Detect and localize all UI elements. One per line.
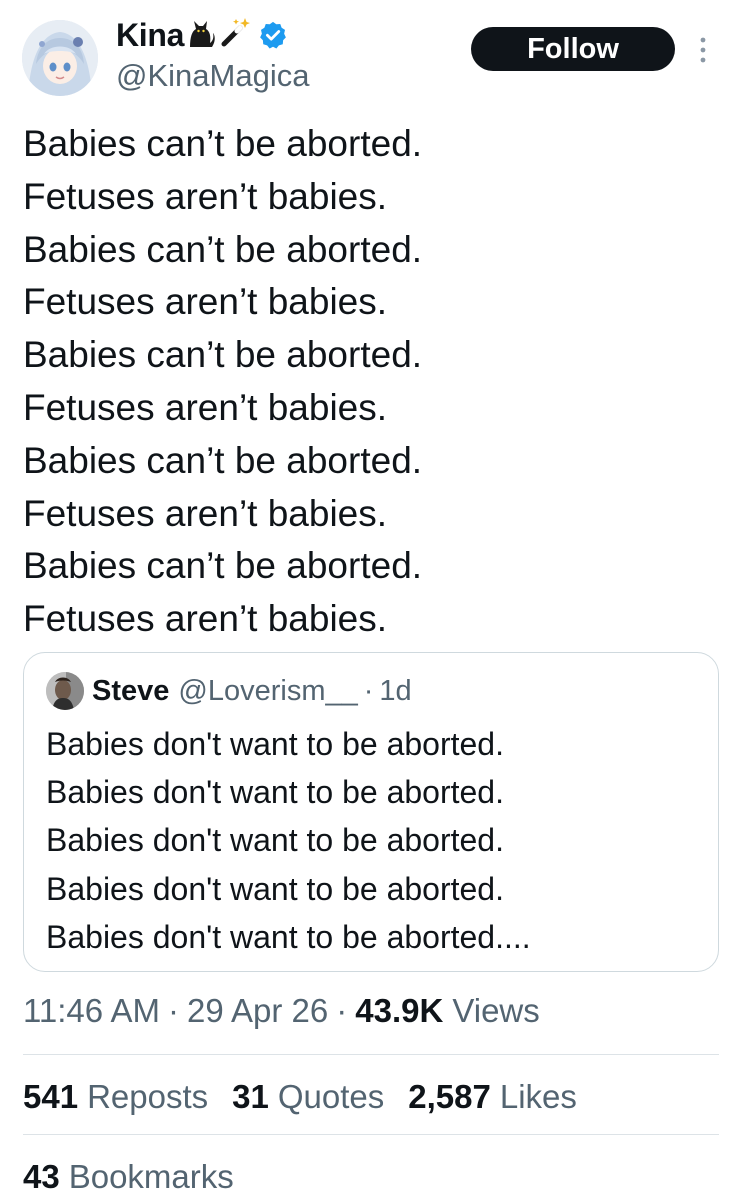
tweet-time[interactable]: 11:46 AM (23, 992, 160, 1030)
quote-line: Babies don't want to be aborted. (46, 726, 504, 762)
reposts-count: 541 (23, 1078, 79, 1115)
quoted-tweet-text: Babies don't want to be aborted. Babies … (46, 720, 531, 961)
quoted-author-handle: @Loverism__ (178, 674, 358, 707)
quoted-author-avatar (46, 672, 84, 710)
bookmarks-count: 43 (23, 1158, 60, 1195)
tweet-line: Fetuses aren’t babies. (23, 281, 388, 323)
divider (23, 1054, 719, 1055)
quotes-label: Quotes (277, 1078, 385, 1115)
bookmarks-label: Bookmarks (68, 1158, 234, 1195)
separator-dot: · (336, 992, 348, 1029)
magic-wand-emoji-icon (218, 16, 252, 55)
tweet-date[interactable]: 29 Apr 26 (187, 992, 328, 1030)
views-count: 43.9K (355, 992, 444, 1029)
tweet-line: Babies can’t be aborted. (23, 545, 423, 587)
quoted-author-name: Steve (92, 674, 170, 707)
author-handle[interactable]: @KinaMagica (116, 58, 309, 94)
engagement-stats-row: 541 Reposts 31 Quotes 2,587 Likes (23, 1074, 601, 1120)
tweet-line: Fetuses aren’t babies. (23, 492, 388, 534)
quote-line: Babies don't want to be aborted. (46, 870, 504, 907)
quotes-stat[interactable]: 31 Quotes (232, 1078, 384, 1116)
author-avatar[interactable] (22, 20, 98, 96)
tweet-line: Babies can’t be aborted. (23, 439, 423, 481)
black-cat-emoji-icon (186, 17, 216, 54)
reposts-label: Reposts (87, 1078, 209, 1115)
quoted-tweet-header: Steve @Loverism__ · 1d (46, 672, 412, 710)
tweet-line: Fetuses aren’t babies. (23, 175, 388, 217)
tweet-line: Babies can’t be aborted. (23, 334, 423, 376)
tweet-line: Fetuses aren’t babies. (23, 386, 388, 428)
verified-badge-icon (260, 21, 287, 49)
tweet-meta-row: 11:46 AM · 29 Apr 26 · 43.9K Views (23, 988, 540, 1034)
quote-line: Babies don't want to be aborted.... (46, 918, 531, 955)
separator-dot: · (167, 992, 179, 1029)
display-name-row: Kina (116, 12, 309, 58)
bookmarks-stat[interactable]: 43 Bookmarks (23, 1154, 234, 1200)
author-name-block: Kina @KinaMagica (116, 12, 309, 94)
likes-label: Likes (499, 1078, 577, 1115)
tweet-line: Babies can’t be aborted. (23, 123, 423, 164)
tweet-line: Fetuses aren’t babies. (23, 598, 388, 640)
quote-line: Babies don't want to be aborted. (46, 822, 504, 859)
quoted-tweet-time: 1d (379, 674, 412, 707)
quote-line: Babies don't want to be aborted. (46, 774, 504, 811)
quoted-tweet-card[interactable]: Steve @Loverism__ · 1d Babies don't want… (23, 652, 719, 972)
likes-stat[interactable]: 2,587 Likes (408, 1078, 577, 1116)
tweet-text: Babies can’t be aborted. Fetuses aren’t … (23, 118, 713, 646)
follow-button[interactable]: Follow (471, 27, 675, 71)
likes-count: 2,587 (408, 1078, 491, 1115)
views-label: Views (452, 992, 540, 1029)
author-display-name[interactable]: Kina (116, 17, 184, 54)
quotes-count: 31 (232, 1078, 269, 1115)
separator-dot: · (363, 674, 374, 707)
tweet-line: Babies can’t be aborted. (23, 228, 423, 270)
more-options-icon[interactable] (696, 36, 710, 64)
reposts-stat[interactable]: 541 Reposts (23, 1078, 208, 1116)
divider (23, 1134, 719, 1135)
